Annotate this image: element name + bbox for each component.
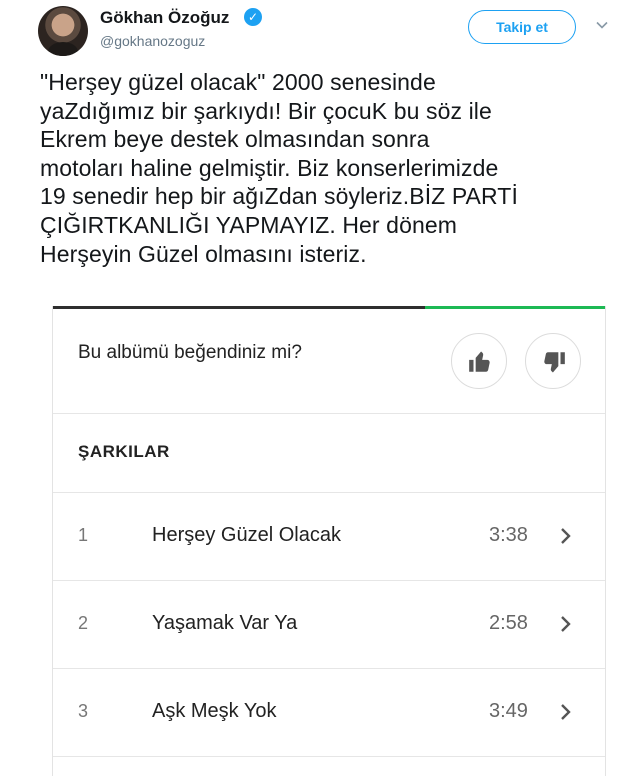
tweet-text-line: 19 senedir hep bir ağıZdan söyleriz.BİZ … bbox=[40, 183, 518, 210]
songs-section-title: ŞARKILAR bbox=[78, 442, 170, 461]
follow-button[interactable]: Takip et bbox=[468, 10, 576, 44]
like-button[interactable] bbox=[451, 333, 507, 389]
dislike-button[interactable] bbox=[525, 333, 581, 389]
track-duration: 3:49 bbox=[489, 700, 528, 722]
track-row[interactable]: 3 Aşk Meşk Yok 3:49 bbox=[53, 669, 605, 757]
track-title: Aşk Meşk Yok bbox=[152, 700, 277, 722]
tweet-header: Gökhan Özoğuz ✓ @gokhanozoguz Takip et bbox=[0, 0, 625, 60]
track-title: Herşey Güzel Olacak bbox=[152, 524, 341, 546]
track-number: 2 bbox=[78, 613, 89, 633]
chevron-right-icon bbox=[561, 704, 571, 720]
tweet-text-line: "Herşey güzel olacak" 2000 senesinde bbox=[40, 69, 436, 95]
thumbs-down-icon bbox=[544, 352, 565, 373]
chevron-right-icon bbox=[561, 528, 571, 544]
track-row[interactable]: 2 Yaşamak Var Ya 2:58 bbox=[53, 581, 605, 669]
track-number: 1 bbox=[78, 525, 89, 545]
tweet-text-line: yaZdığımız bir şarkıydı! Bir çocuK bu sö… bbox=[40, 97, 492, 124]
display-name[interactable]: Gökhan Özoğuz bbox=[100, 8, 229, 28]
avatar[interactable] bbox=[38, 6, 88, 56]
chevron-right-icon bbox=[561, 616, 571, 632]
rating-row: Bu albümü beğendiniz mi? bbox=[53, 309, 605, 414]
track-number: 3 bbox=[78, 701, 89, 721]
track-row[interactable]: 1 Herşey Güzel Olacak 3:38 bbox=[53, 493, 605, 581]
track-duration: 2:58 bbox=[489, 612, 528, 634]
tweet-text-line: ÇIĞIRTKANLIĞI YAPMAYIZ. Her dönem bbox=[40, 211, 457, 238]
tweet-text-line: Ekrem beye destek olmasından sonra bbox=[40, 126, 430, 153]
track-title: Yaşamak Var Ya bbox=[152, 612, 298, 634]
user-handle[interactable]: @gokhanozoguz bbox=[100, 33, 205, 49]
tweet-text-line: motoları haline gelmiştir. Biz konserler… bbox=[40, 154, 499, 181]
tweet-text: "Herşey güzel olacak" 2000 senesinde yaZ… bbox=[40, 68, 620, 268]
rating-question: Bu albümü beğendiniz mi? bbox=[78, 342, 302, 363]
tweet-text-line: Herşeyin Güzel olmasını isteriz. bbox=[40, 240, 367, 267]
thumbs-up-icon bbox=[469, 351, 490, 372]
verified-badge-icon: ✓ bbox=[244, 8, 262, 26]
chevron-down-icon[interactable] bbox=[592, 16, 612, 36]
album-card: Bu albümü beğendiniz mi? ŞARKILAR 1 Herş… bbox=[52, 306, 606, 776]
track-duration: 3:38 bbox=[489, 524, 528, 546]
